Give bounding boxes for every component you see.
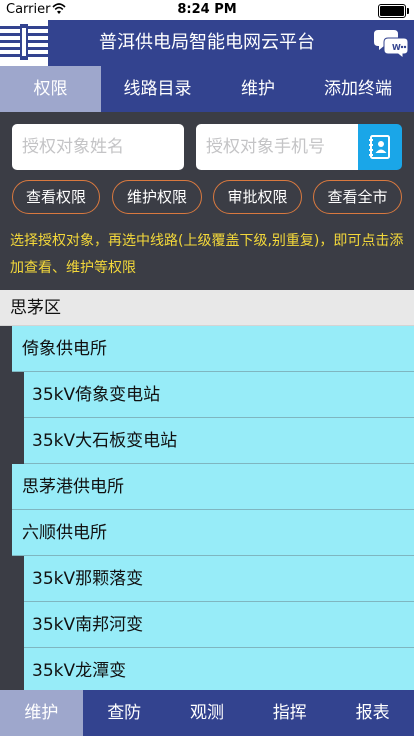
- tree-substation-item[interactable]: 35kV倚象变电站: [24, 372, 414, 418]
- tab-add-terminal[interactable]: 添加终端: [302, 66, 414, 112]
- line-tree: 思茅区 倚象供电所 35kV倚象变电站 35kV大石板变电站 思茅港供电所 六顺…: [0, 290, 414, 690]
- tree-district[interactable]: 思茅区: [0, 290, 414, 326]
- top-tabs: 权限 线路目录 维护 添加终端: [0, 66, 414, 112]
- phone-field-wrapper: 授权对象手机号: [196, 124, 402, 170]
- name-input[interactable]: 授权对象姓名: [12, 124, 184, 170]
- tab-maintenance[interactable]: 维护: [214, 66, 302, 112]
- chat-bubbles-icon[interactable]: W: [372, 26, 410, 60]
- svg-text:W: W: [392, 43, 401, 52]
- tree-station-item[interactable]: 六顺供电所: [12, 510, 414, 556]
- phone-input[interactable]: 授权对象手机号: [196, 124, 358, 170]
- tree-station-item[interactable]: 倚象供电所: [12, 326, 414, 372]
- action-buttons: 查看权限 维护权限 审批权限 查看全市: [0, 180, 414, 214]
- bottom-tab-command[interactable]: 指挥: [248, 690, 331, 736]
- bottom-tab-maintenance[interactable]: 维护: [0, 690, 83, 736]
- clock: 8:24 PM: [177, 2, 237, 17]
- tab-permission[interactable]: 权限: [0, 66, 101, 112]
- tree-substation-item[interactable]: 35kV南邦河变: [24, 602, 414, 648]
- tree-substation-item[interactable]: 35kV龙潭变: [24, 648, 414, 690]
- view-permission-button[interactable]: 查看权限: [12, 180, 100, 214]
- view-whole-city-button[interactable]: 查看全市: [313, 180, 402, 214]
- tree-station-item[interactable]: 思茅港供电所: [12, 464, 414, 510]
- address-book-icon: [369, 135, 390, 159]
- status-bar: Carrier 8:24 PM: [0, 0, 414, 20]
- bottom-tab-report[interactable]: 报表: [331, 690, 414, 736]
- app-title: 普洱供电局智能电网云平台: [99, 32, 315, 53]
- bottom-tab-inspection[interactable]: 查防: [83, 690, 166, 736]
- tab-line-directory[interactable]: 线路目录: [101, 66, 214, 112]
- app-header: 普洱供电局智能电网云平台 W: [0, 20, 414, 66]
- name-field-wrapper: 授权对象姓名: [12, 124, 184, 170]
- bottom-nav: 维护 查防 观测 指挥 报表: [0, 690, 414, 736]
- battery-icon: [378, 4, 409, 18]
- tree-substation-item[interactable]: 35kV大石板变电站: [24, 418, 414, 464]
- contacts-button[interactable]: [358, 124, 402, 170]
- bottom-tab-observation[interactable]: 观测: [166, 690, 249, 736]
- instruction-text: 选择授权对象，再选中线路(上级覆盖下级,别重复)，即可点击添加查看、维护等权限: [10, 233, 404, 276]
- approve-permission-button[interactable]: 审批权限: [213, 180, 302, 214]
- logo-icon: [0, 20, 48, 66]
- tree-substation-item[interactable]: 35kV那颗落变: [24, 556, 414, 602]
- maintain-permission-button[interactable]: 维护权限: [112, 180, 202, 214]
